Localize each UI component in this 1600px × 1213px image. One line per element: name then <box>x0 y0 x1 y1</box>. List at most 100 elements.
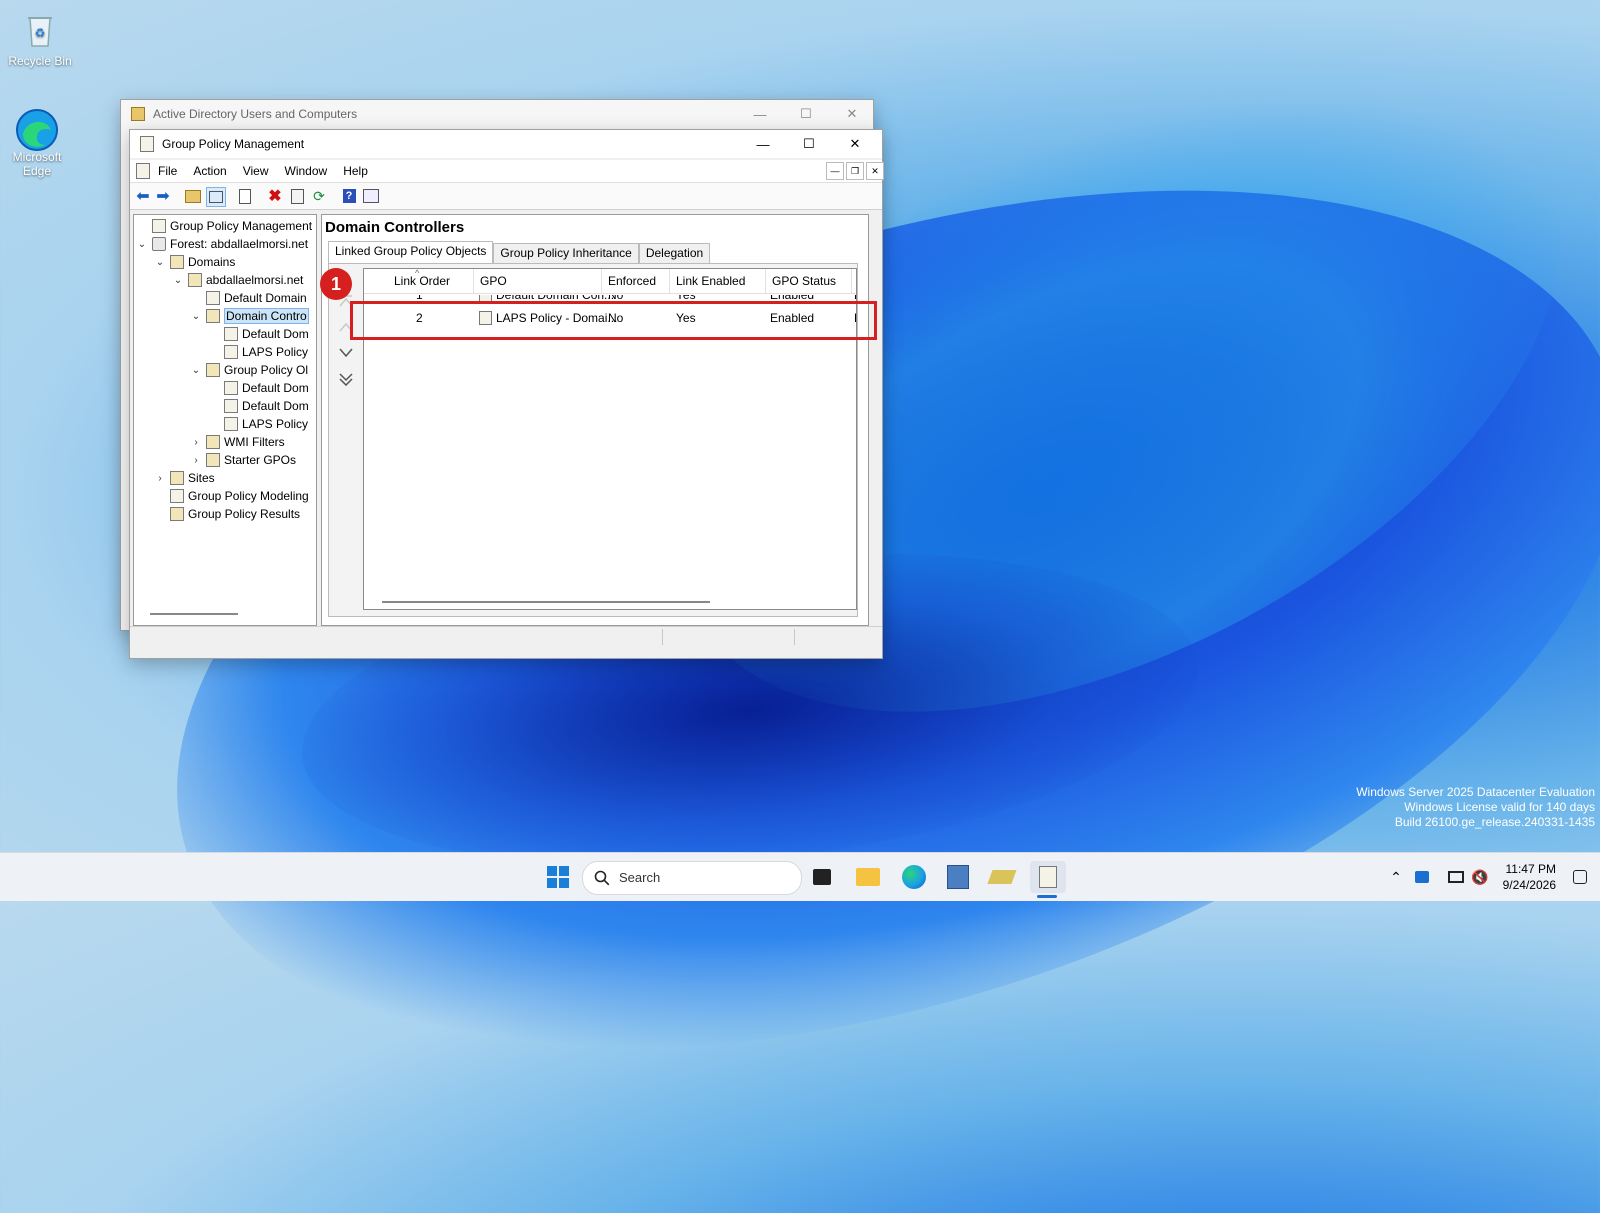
status-divider <box>662 629 663 645</box>
tree-node-gpo-link[interactable]: LAPS Policy <box>208 343 308 361</box>
tree-node-modeling[interactable]: Group Policy Modeling <box>154 487 309 505</box>
svg-text:♻: ♻ <box>35 26 46 40</box>
minimize-button[interactable]: — <box>737 100 783 128</box>
tree-node-label: Default Domain <box>224 291 307 305</box>
tree-node-domains[interactable]: ⌄ Domains <box>154 253 235 271</box>
tree-node-label: Domain Contro <box>224 308 309 324</box>
move-link-down-icon[interactable] <box>337 346 355 360</box>
column-link-enabled[interactable]: Link Enabled <box>670 269 766 293</box>
tree-node-gpo-link[interactable]: Default Domain <box>190 289 307 307</box>
tab-gp-inheritance[interactable]: Group Policy Inheritance <box>493 243 639 264</box>
tree-node-gpo[interactable]: LAPS Policy <box>208 415 308 433</box>
move-link-bottom-icon[interactable] <box>337 372 355 386</box>
gpo-link-icon <box>224 327 238 341</box>
menu-help[interactable]: Help <box>343 164 368 178</box>
tree-node-label: abdallaelmorsi.net <box>206 273 304 287</box>
start-button[interactable] <box>542 861 574 893</box>
results-icon <box>170 507 184 521</box>
menu-view[interactable]: View <box>243 164 269 178</box>
column-gpo-status[interactable]: GPO Status <box>766 269 852 293</box>
back-icon[interactable]: ⬅ <box>134 187 152 205</box>
maximize-button[interactable]: ☐ <box>783 100 829 128</box>
gpo-link-icon <box>206 291 220 305</box>
gpm-icon <box>1039 866 1057 888</box>
show-tree-icon[interactable] <box>206 187 226 207</box>
tree-node-gpo[interactable]: Default Dom <box>208 397 309 415</box>
desktop-icon-edge[interactable]: Microsoft Edge <box>0 106 77 178</box>
tree-node-domain[interactable]: ⌄ abdallaelmorsi.net <box>172 271 303 289</box>
domain-icon <box>188 273 202 287</box>
mdi-restore-button[interactable]: ❐ <box>846 162 864 180</box>
tab-delegation[interactable]: Delegation <box>638 243 711 264</box>
desktop-icon-recycle-bin[interactable]: ♻ Recycle Bin <box>0 10 80 68</box>
windows-logo-icon <box>547 866 569 888</box>
tree-node-gpo[interactable]: Default Dom <box>208 379 309 397</box>
aduc-taskbar-button[interactable] <box>986 861 1018 893</box>
watermark-line: Build 26100.ge_release.240331-1435 <box>1394 815 1595 829</box>
highlight-box <box>350 301 877 340</box>
menu-file[interactable]: File <box>158 164 177 178</box>
tree-node-gpm-root[interactable]: Group Policy Management <box>136 217 312 235</box>
close-button[interactable]: ✕ <box>832 130 878 158</box>
server-manager-button[interactable] <box>942 861 974 893</box>
gpo-icon <box>224 417 238 431</box>
volume-icon[interactable]: 🔇 <box>1464 861 1496 893</box>
close-button[interactable]: ✕ <box>829 100 875 128</box>
column-gpo[interactable]: GPO <box>474 269 602 293</box>
file-explorer-button[interactable] <box>852 861 884 893</box>
clock-time: 11:47 PM <box>1505 862 1556 876</box>
gpo-icon <box>224 381 238 395</box>
up-folder-icon[interactable] <box>184 187 202 205</box>
tree-horizontal-scrollbar[interactable] <box>150 613 238 615</box>
properties-icon[interactable] <box>288 187 306 205</box>
forest-icon <box>152 237 166 251</box>
taskbar-search[interactable]: Search <box>582 861 802 895</box>
tree-node-gpo-container[interactable]: ⌄ Group Policy Ol <box>190 361 308 379</box>
gpo-link-icon <box>224 345 238 359</box>
toolbar: ⬅ ➡ ✖ ⟳ ? <box>130 182 882 210</box>
status-bar <box>130 626 882 647</box>
tree-node-label: Starter GPOs <box>224 453 297 467</box>
tree-node-results[interactable]: Group Policy Results <box>154 505 300 523</box>
console-tree[interactable]: Group Policy Management ⌄ Forest: abdalla… <box>133 214 317 626</box>
clock[interactable]: 11:47 PM 9/24/2026 <box>1503 861 1556 893</box>
tree-node-wmi-filters[interactable]: › WMI Filters <box>190 433 285 451</box>
gpm-window[interactable]: Group Policy Management — ☐ ✕ File Actio… <box>129 129 884 659</box>
edge-icon <box>902 865 926 889</box>
tab-linked-gpos[interactable]: Linked Group Policy Objects <box>328 241 494 264</box>
minimize-button[interactable]: — <box>740 130 786 158</box>
desktop-icon-label: Microsoft Edge <box>12 150 62 178</box>
column-enforced[interactable]: Enforced <box>602 269 670 293</box>
menu-action[interactable]: Action <box>193 164 226 178</box>
taskbar: Search ⌃ 🔇 11:47 PM 9/24/2026 <box>0 852 1600 901</box>
help-icon[interactable]: ? <box>340 187 358 205</box>
forward-icon[interactable]: ➡ <box>154 187 172 205</box>
clipboard-icon[interactable] <box>236 187 254 205</box>
tree-node-label: Default Dom <box>242 381 309 395</box>
task-view-icon <box>813 869 831 885</box>
maximize-button[interactable]: ☐ <box>786 130 832 158</box>
search-placeholder: Search <box>619 870 661 885</box>
mdi-close-button[interactable]: ✕ <box>866 162 884 180</box>
tree-node-domain-controllers[interactable]: ⌄ Domain Contro <box>190 307 309 325</box>
refresh-icon[interactable]: ⟳ <box>310 187 328 205</box>
delete-icon[interactable]: ✖ <box>266 187 284 205</box>
tree-node-starter-gpos[interactable]: › Starter GPOs <box>190 451 296 469</box>
gpm-icon <box>152 219 166 233</box>
gpm-taskbar-button[interactable] <box>1030 861 1066 893</box>
task-view-button[interactable] <box>806 861 838 893</box>
tree-node-forest[interactable]: ⌄ Forest: abdallaelmorsi.net <box>136 235 308 253</box>
security-icon[interactable] <box>1406 861 1438 893</box>
list-header: Link Order ^ GPO Enforced Link Enabled G… <box>364 269 856 294</box>
tree-node-sites[interactable]: › Sites <box>154 469 215 487</box>
column-wmi[interactable]: W <box>852 269 856 293</box>
tree-node-gpo-link[interactable]: Default Dom <box>208 325 309 343</box>
list-horizontal-scrollbar[interactable] <box>382 601 710 603</box>
menu-window[interactable]: Window <box>285 164 328 178</box>
console-icon[interactable] <box>362 187 380 205</box>
notifications-icon[interactable] <box>1566 861 1594 893</box>
mdi-minimize-button[interactable]: — <box>826 162 844 180</box>
folder-icon <box>856 868 880 886</box>
watermark-line: Windows License valid for 140 days <box>1404 800 1595 814</box>
edge-button[interactable] <box>898 861 930 893</box>
